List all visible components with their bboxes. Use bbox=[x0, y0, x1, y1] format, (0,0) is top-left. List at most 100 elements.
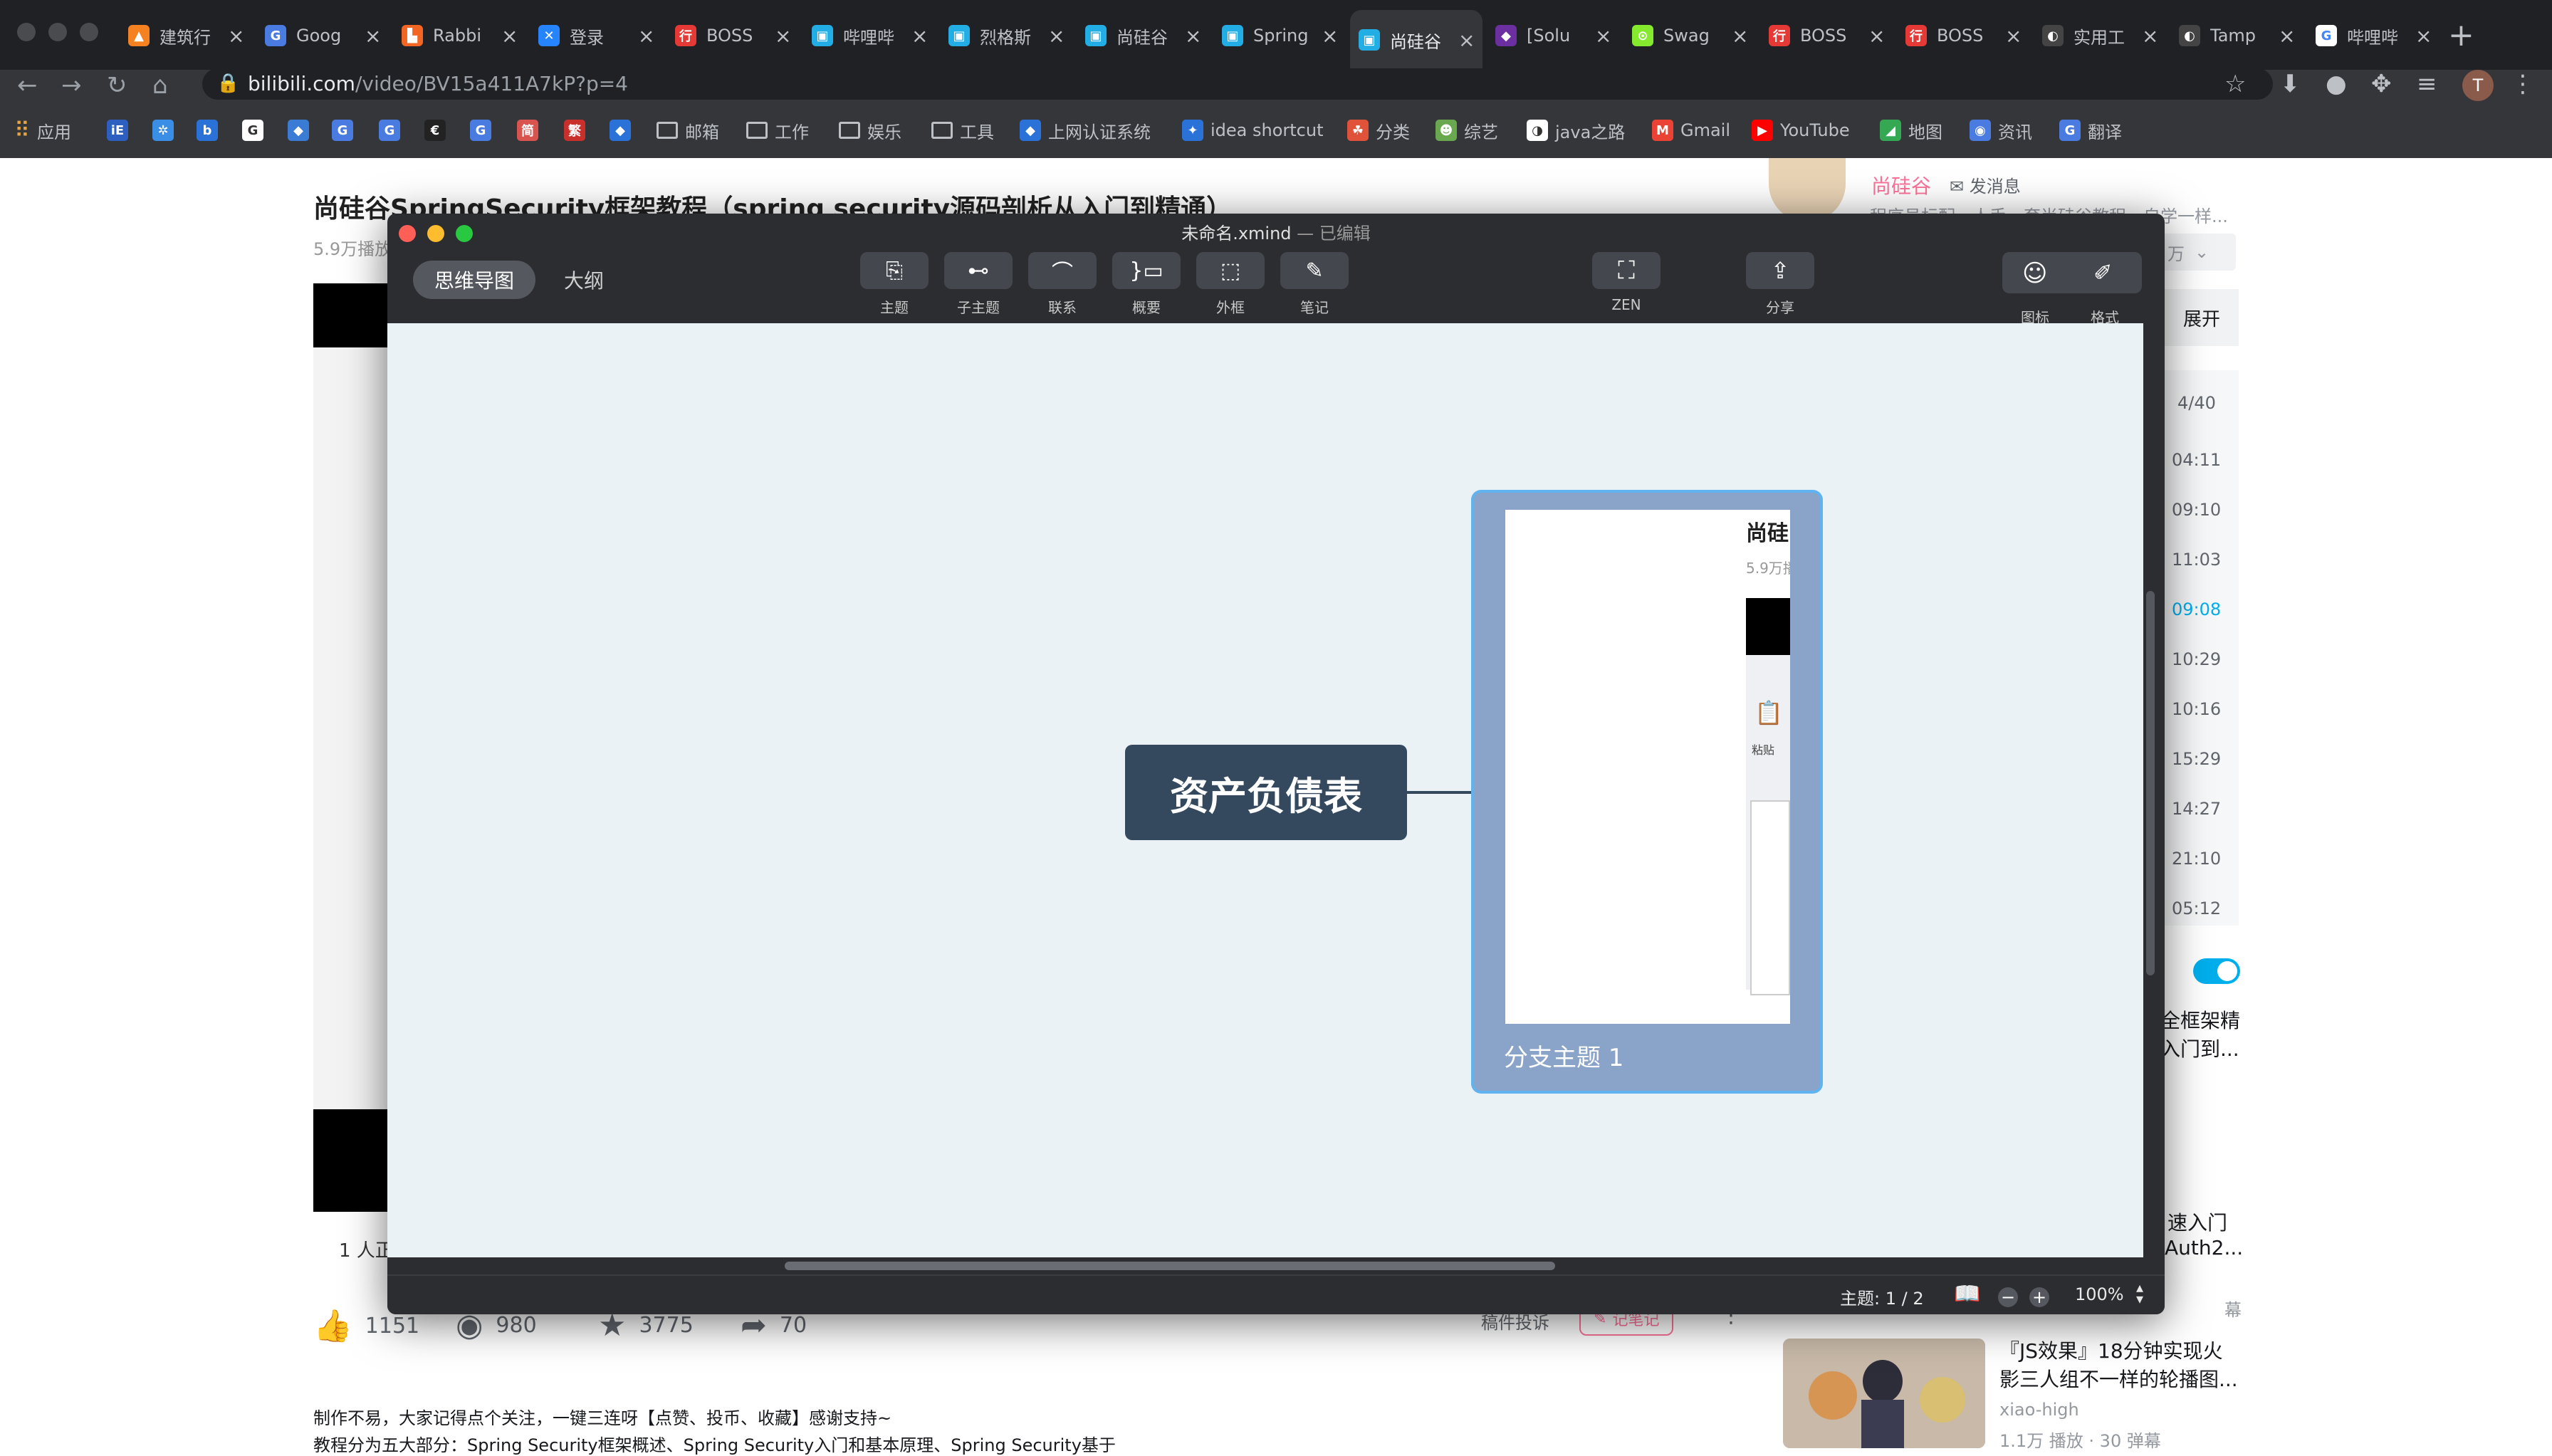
rec-1-line-2[interactable]: 入门到... bbox=[2160, 1034, 2239, 1062]
episode-duration[interactable]: 09:10 bbox=[2172, 500, 2221, 520]
window-close-button[interactable] bbox=[17, 23, 36, 41]
tab-close-icon[interactable]: × bbox=[1048, 24, 1065, 48]
bookmark-folder[interactable]: 工作 bbox=[746, 118, 809, 142]
bookmark-item[interactable]: b bbox=[197, 118, 225, 142]
central-topic[interactable]: 资产负债表 bbox=[1125, 745, 1407, 840]
autoplay-toggle[interactable] bbox=[2193, 958, 2240, 984]
bookmark-item[interactable]: 繁 bbox=[564, 118, 592, 142]
rec-2-line-1[interactable]: 速入门 bbox=[2167, 1208, 2227, 1236]
bookmark-item[interactable]: ◆ 上网认证系统 bbox=[1020, 118, 1151, 142]
reading-list-icon[interactable]: ≡ bbox=[2417, 70, 2437, 98]
address-bar[interactable]: 🔒 bilibili.com/video/BV15a411A7kP?p=4 bbox=[202, 68, 2273, 100]
browser-tab[interactable]: 行 BOSS × bbox=[1897, 16, 2029, 56]
toolbar-button[interactable]: ⌒ 联系 bbox=[1028, 252, 1097, 317]
tab-close-icon[interactable]: × bbox=[2005, 24, 2022, 48]
bookmark-item[interactable]: ✦ idea shortcut bbox=[1182, 118, 1324, 142]
toolbar-button[interactable]: ✎ 笔记 bbox=[1280, 252, 1349, 317]
browser-tab[interactable]: ▣ 哔哩哔 × bbox=[803, 16, 936, 56]
bookmark-item[interactable]: G 翻译 bbox=[2059, 118, 2122, 142]
browser-tab[interactable]: ▣ 尚硅谷 × bbox=[1077, 16, 1209, 56]
extension-record-icon[interactable]: ● bbox=[2326, 70, 2347, 98]
tab-close-icon[interactable]: × bbox=[1595, 24, 1611, 48]
browser-tab[interactable]: ▣ 烈格斯 × bbox=[940, 16, 1072, 56]
episode-duration[interactable]: 05:12 bbox=[2172, 899, 2221, 918]
bookmark-item[interactable]: ✲ bbox=[152, 118, 181, 142]
episode-duration[interactable]: 10:29 bbox=[2172, 649, 2221, 669]
vertical-scrollbar[interactable] bbox=[2146, 591, 2155, 975]
bookmark-folder[interactable]: 工具 bbox=[931, 118, 994, 142]
bookmark-item[interactable]: iE bbox=[107, 118, 135, 142]
bookmark-item[interactable]: G bbox=[379, 118, 407, 142]
horizontal-scrollbar[interactable] bbox=[785, 1262, 1555, 1270]
tab-close-icon[interactable]: × bbox=[2142, 24, 2158, 48]
tab-close-icon[interactable]: × bbox=[1732, 24, 1748, 48]
follow-button[interactable]: 万 ⌄ bbox=[2158, 234, 2236, 271]
tab-close-icon[interactable]: × bbox=[501, 24, 518, 48]
tab-close-icon[interactable]: × bbox=[2279, 24, 2295, 48]
bookmark-item[interactable]: ▶ YouTube bbox=[1752, 118, 1850, 142]
browser-tab[interactable]: ▣ Spring × bbox=[1213, 16, 1346, 56]
emoji-icon[interactable]: ☺ bbox=[2022, 259, 2047, 288]
bookmark-item[interactable]: G bbox=[470, 118, 498, 142]
episode-duration[interactable]: 09:08 bbox=[2172, 599, 2221, 619]
reload-icon[interactable]: ↻ bbox=[107, 71, 127, 100]
bookmark-folder[interactable]: 邮箱 bbox=[657, 118, 719, 142]
rec-3-title[interactable]: 『JS效果』18分钟实现火影三人组不一样的轮播图... bbox=[1999, 1337, 2242, 1394]
bookmark-item[interactable]: G bbox=[332, 118, 360, 142]
share-button[interactable]: ⇪ 分享 bbox=[1746, 252, 1814, 317]
download-icon[interactable]: ⬇ bbox=[2280, 70, 2301, 98]
toolbar-button[interactable]: ⬚ 外框 bbox=[1196, 252, 1265, 317]
episode-duration[interactable]: 10:16 bbox=[2172, 699, 2221, 719]
toolbar-button[interactable]: ⎘ 主题 bbox=[860, 252, 929, 317]
episode-duration[interactable]: 15:29 bbox=[2172, 749, 2221, 769]
bookmark-item[interactable]: ☻ 综艺 bbox=[1436, 118, 1498, 142]
rec-2-line-2[interactable]: Auth2... bbox=[2165, 1236, 2243, 1259]
brush-icon[interactable]: ✐ bbox=[2093, 259, 2113, 286]
bookmark-item[interactable]: ◆ bbox=[288, 118, 316, 142]
rec-1-line-1[interactable]: 全框架精 bbox=[2160, 1005, 2240, 1034]
tab-close-icon[interactable]: × bbox=[775, 24, 791, 48]
zen-mode-button[interactable]: ⛶ ZEN bbox=[1592, 252, 1661, 313]
rec-3-author[interactable]: xiao-high bbox=[1999, 1400, 2079, 1420]
browser-tab[interactable]: 行 BOSS × bbox=[1760, 16, 1893, 56]
send-message-button[interactable]: ✉ 发消息 bbox=[1950, 172, 2021, 197]
mindmap-mode-tab[interactable]: 思维导图 bbox=[413, 261, 535, 299]
bookmark-folder[interactable]: 娱乐 bbox=[839, 118, 901, 142]
uploader-name[interactable]: 尚硅谷 bbox=[1871, 171, 1931, 199]
zoom-level[interactable]: 100% bbox=[2075, 1284, 2124, 1304]
bookmark-item[interactable]: ◉ 资讯 bbox=[1970, 118, 2032, 142]
expand-button[interactable]: 展开 bbox=[2165, 289, 2239, 346]
browser-tab[interactable]: ▣ 尚硅谷 × bbox=[1350, 10, 1482, 70]
browser-tab[interactable]: ⊙ Swag × bbox=[1623, 16, 1756, 56]
bookmark-item[interactable]: ◆ bbox=[610, 118, 638, 142]
bookmark-item[interactable]: ☘ 分类 bbox=[1347, 118, 1410, 142]
branch-topic[interactable]: 尚硅 5.9万播 📋 粘贴 分支主题 1 bbox=[1474, 493, 1820, 1091]
back-icon[interactable]: ← bbox=[17, 71, 38, 100]
tab-close-icon[interactable]: × bbox=[638, 24, 654, 48]
episode-duration[interactable]: 21:10 bbox=[2172, 849, 2221, 869]
outline-mode-tab[interactable]: 大纲 bbox=[564, 261, 604, 299]
rec-3-thumbnail[interactable] bbox=[1783, 1339, 1985, 1448]
new-tab-button[interactable]: + bbox=[2448, 17, 2474, 53]
browser-tab[interactable]: ▲ 建筑行 × bbox=[120, 16, 252, 56]
tab-close-icon[interactable]: × bbox=[911, 24, 928, 48]
extensions-puzzle-icon[interactable]: ✥ bbox=[2371, 70, 2392, 98]
outline-map-icon[interactable]: 📖 bbox=[1954, 1282, 1980, 1306]
zoom-stepper-icon[interactable]: ▴ ▾ bbox=[2136, 1280, 2143, 1306]
episode-duration[interactable]: 14:27 bbox=[2172, 799, 2221, 819]
browser-tab[interactable]: G 哔哩哔 × bbox=[2307, 16, 2439, 56]
browser-tab[interactable]: ◐ Tamp × bbox=[2170, 16, 2303, 56]
tab-close-icon[interactable]: × bbox=[1868, 24, 1885, 48]
bookmark-item[interactable]: ⠿ 应用 bbox=[14, 118, 71, 143]
browser-tab[interactable]: 行 BOSS × bbox=[666, 16, 799, 56]
bookmark-star-icon[interactable]: ☆ bbox=[2224, 70, 2246, 98]
browser-menu-icon[interactable]: ⋮ bbox=[2511, 70, 2535, 98]
browser-tab[interactable]: ▙ Rabbi × bbox=[393, 16, 525, 56]
bookmark-item[interactable]: G bbox=[242, 118, 271, 142]
episode-duration[interactable]: 11:03 bbox=[2172, 550, 2221, 570]
bookmark-item[interactable]: 简 bbox=[517, 118, 545, 142]
forward-icon[interactable]: → bbox=[61, 71, 82, 100]
tab-close-icon[interactable]: × bbox=[365, 24, 381, 48]
bookmark-item[interactable]: ◑ java之路 bbox=[1527, 118, 1625, 142]
zoom-out-button[interactable]: − bbox=[1998, 1287, 2018, 1307]
